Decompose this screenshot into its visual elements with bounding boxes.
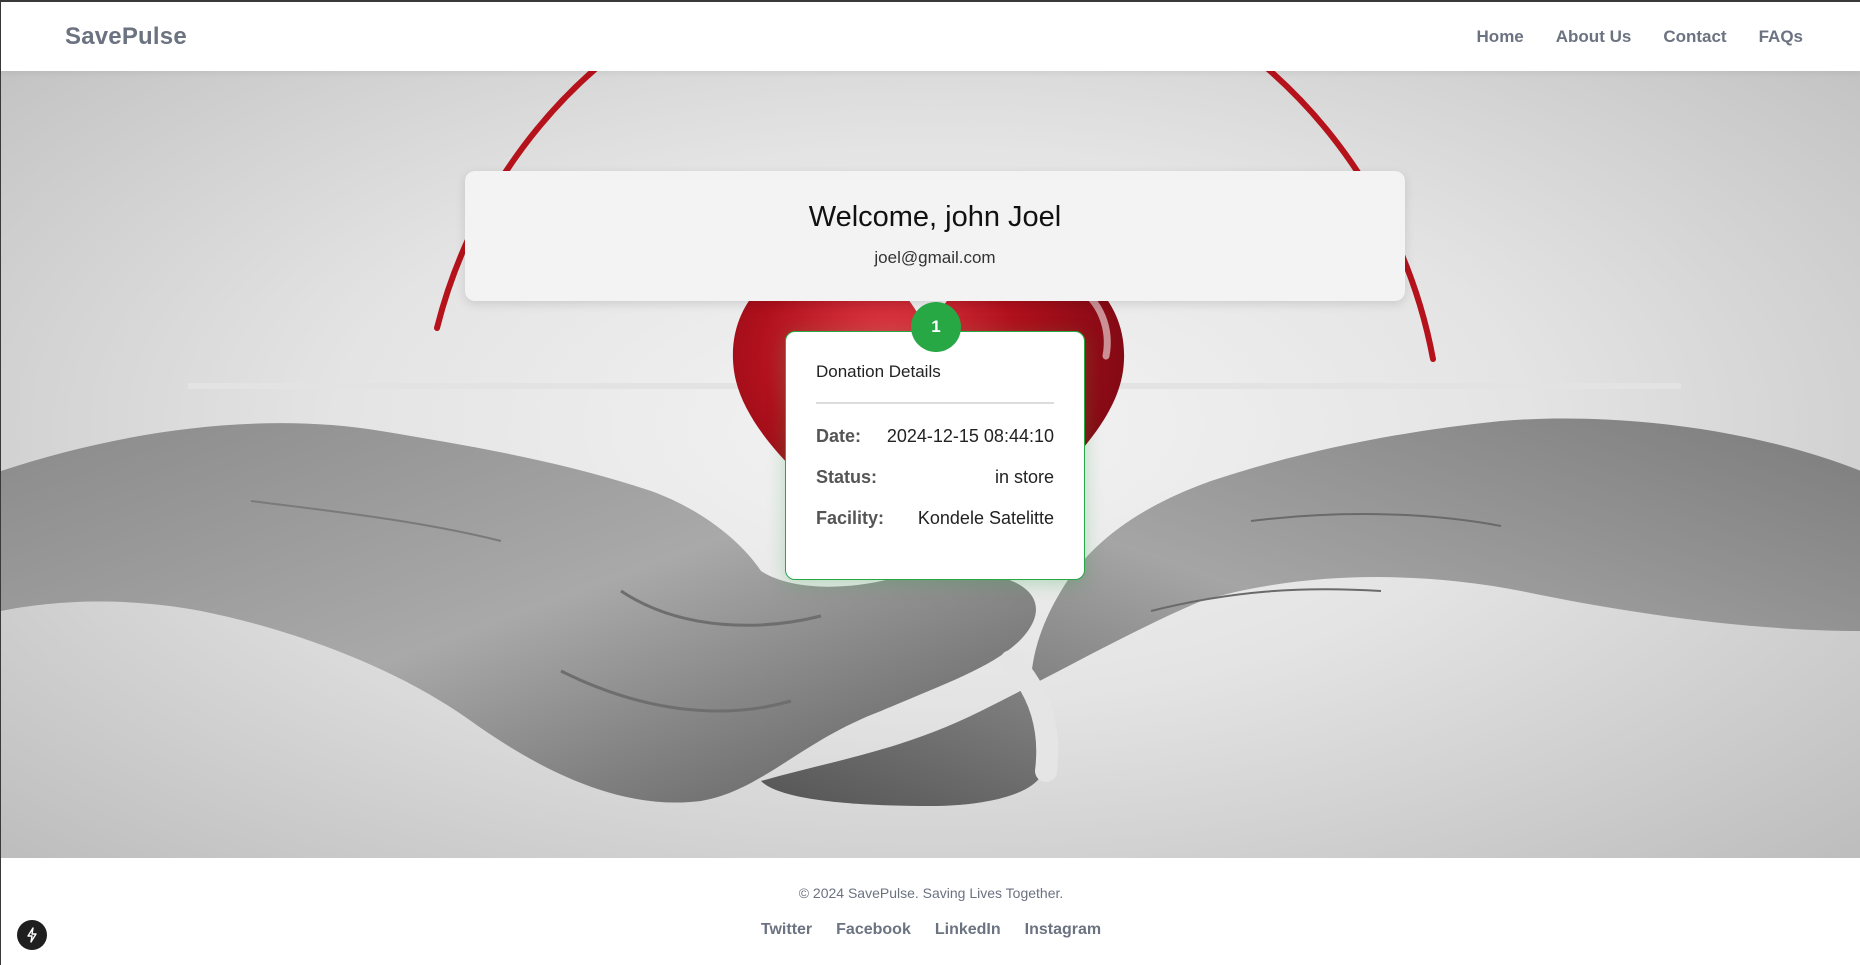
copyright-text: © 2024 SavePulse. Saving Lives Together. [798,885,1064,901]
detail-value: 2024-12-15 08:44:10 [886,425,1054,446]
donation-card-title: Donation Details [816,362,941,381]
social-links: Twitter Facebook LinkedIn Instagram [1,921,1860,939]
social-link-linkedin[interactable]: LinkedIn [935,921,1001,939]
welcome-card: Welcome, john Joel joel@gmail.com [465,171,1405,301]
floating-action-button[interactable] [17,920,47,950]
nav-link-about-us[interactable]: About Us [1556,27,1632,47]
lightning-icon [27,927,37,943]
detail-label: Date: [816,425,862,446]
footer: © 2024 SavePulse. Saving Lives Together.… [1,858,1860,965]
nav-link-contact[interactable]: Contact [1663,27,1726,47]
hero-section: Welcome, john Joel joel@gmail.com 1 Dona… [1,71,1860,858]
welcome-heading: Welcome, john Joel [808,201,1062,233]
nav-link-faqs[interactable]: FAQs [1759,27,1803,47]
detail-label: Status: [816,466,878,487]
user-email: joel@gmail.com [874,248,996,267]
social-link-facebook[interactable]: Facebook [836,921,911,939]
card-divider [816,402,1054,404]
nav-links: Home About Us Contact FAQs [1477,27,1803,47]
detail-value: in store [994,466,1054,487]
detail-value: Kondele Satelitte [917,507,1054,528]
detail-row-status: Status: in store [816,467,1054,487]
donation-card[interactable]: 1 Donation Details Date: 2024-12-15 08:4… [785,302,1085,580]
social-link-instagram[interactable]: Instagram [1025,921,1101,939]
detail-row-facility: Facility: Kondele Satelitte [816,508,1054,528]
brand-logo[interactable]: SavePulse [65,23,187,51]
detail-label: Facility: [816,507,885,528]
nav-link-home[interactable]: Home [1477,27,1524,47]
navbar: SavePulse Home About Us Contact FAQs [1,2,1860,71]
social-link-twitter[interactable]: Twitter [761,921,812,939]
donation-number-badge: 1 [911,302,961,352]
detail-row-date: Date: 2024-12-15 08:44:10 [816,426,1054,446]
